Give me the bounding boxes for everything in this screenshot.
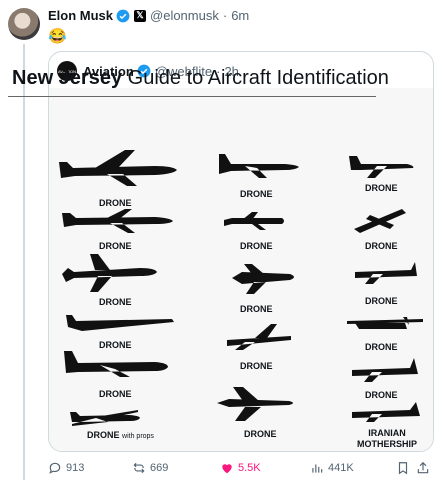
concorde-silhouette	[66, 315, 174, 331]
aircraft-label: DRONE	[99, 389, 132, 399]
heart-icon	[222, 464, 232, 474]
jet-silhouette	[224, 212, 284, 230]
guide-underline	[8, 96, 376, 97]
aircraft-label: DRONE	[365, 296, 398, 306]
aircraft-label-suffix: with props	[122, 433, 154, 440]
aircraft-label: DRONE	[365, 241, 398, 251]
guide-title: New Jersey Guide to Aircraft Identificat…	[12, 67, 389, 90]
like-count: 5.5K	[238, 462, 261, 474]
fighter-jet-silhouette	[219, 154, 299, 178]
like-button[interactable]: 5.5K	[220, 461, 261, 475]
fighter-jet-silhouette	[217, 387, 293, 421]
analytics-icon	[312, 464, 323, 473]
reply-button[interactable]: 913	[48, 461, 84, 475]
aircraft-label-line2: MOTHERSHIP	[357, 439, 418, 449]
aircraft-label: DRONE	[244, 429, 277, 439]
repost-button[interactable]: 669	[132, 461, 168, 475]
share-button[interactable]	[416, 461, 430, 475]
reply-icon	[49, 462, 61, 474]
aircraft-label: DRONE	[99, 198, 132, 208]
aircraft-label: DRONE	[240, 189, 273, 199]
reply-count: 913	[66, 462, 85, 474]
tweet-actions: 913 669 5.5K 441K	[48, 461, 430, 477]
views-button[interactable]: 441K	[310, 461, 354, 475]
aircraft-label: DRONE with props	[87, 430, 154, 442]
fighter-jet-silhouette	[232, 264, 294, 294]
tweet-header: Elon Musk 𝕏 @elonmusk · 6m	[48, 8, 249, 23]
fighter-jet-silhouette	[227, 324, 291, 350]
repost-count: 669	[150, 462, 169, 474]
tweet-time[interactable]: 6m	[231, 8, 249, 23]
aircraft-label: IRANIAN MOTHERSHIP	[357, 428, 417, 450]
x-affiliate-icon: 𝕏	[134, 9, 147, 22]
prop-plane-silhouette	[352, 402, 420, 422]
prop-plane-silhouette	[352, 358, 418, 382]
guide-title-rest: Guide to Aircraft Identification	[127, 67, 389, 89]
aircraft-label: DRONE	[365, 390, 398, 400]
aircraft-label: DRONE	[240, 241, 273, 251]
aircraft-label: DRONE	[99, 241, 132, 251]
aircraft-label: DRONE	[99, 297, 132, 307]
bookmark-button[interactable]	[396, 461, 410, 475]
prop-plane-silhouette	[354, 209, 406, 233]
author-name[interactable]: Elon Musk	[48, 8, 113, 23]
prop-plane-silhouette	[70, 410, 140, 426]
tweet-text: 😂	[48, 28, 67, 45]
airliner-silhouette	[64, 351, 168, 377]
separator-dot: ·	[222, 8, 228, 23]
views-count: 441K	[328, 462, 354, 474]
repost-icon	[133, 462, 145, 474]
share-icon	[417, 461, 429, 474]
aircraft-label: DRONE	[240, 361, 273, 371]
aircraft-label: DRONE	[365, 183, 398, 193]
aircraft-label: DRONE	[240, 304, 273, 314]
aircraft-label: DRONE	[365, 342, 398, 352]
jet-silhouette	[62, 254, 157, 292]
bookmark-icon	[398, 462, 408, 475]
guide-title-region: New Jersey	[12, 67, 123, 89]
verified-badge-icon	[116, 9, 130, 22]
prop-plane-silhouette	[355, 262, 417, 284]
author-handle[interactable]: @elonmusk	[150, 8, 219, 23]
author-avatar[interactable]	[8, 8, 40, 40]
aircraft-label-line1: IRANIAN	[368, 428, 406, 438]
aircraft-label-main: DRONE	[87, 430, 120, 440]
thread-line	[23, 44, 25, 480]
airliner-silhouette	[59, 150, 177, 186]
prop-plane-silhouette	[349, 156, 414, 178]
prop-plane-silhouette	[347, 317, 423, 329]
jet-silhouette	[62, 209, 173, 233]
aircraft-label: DRONE	[99, 340, 132, 350]
